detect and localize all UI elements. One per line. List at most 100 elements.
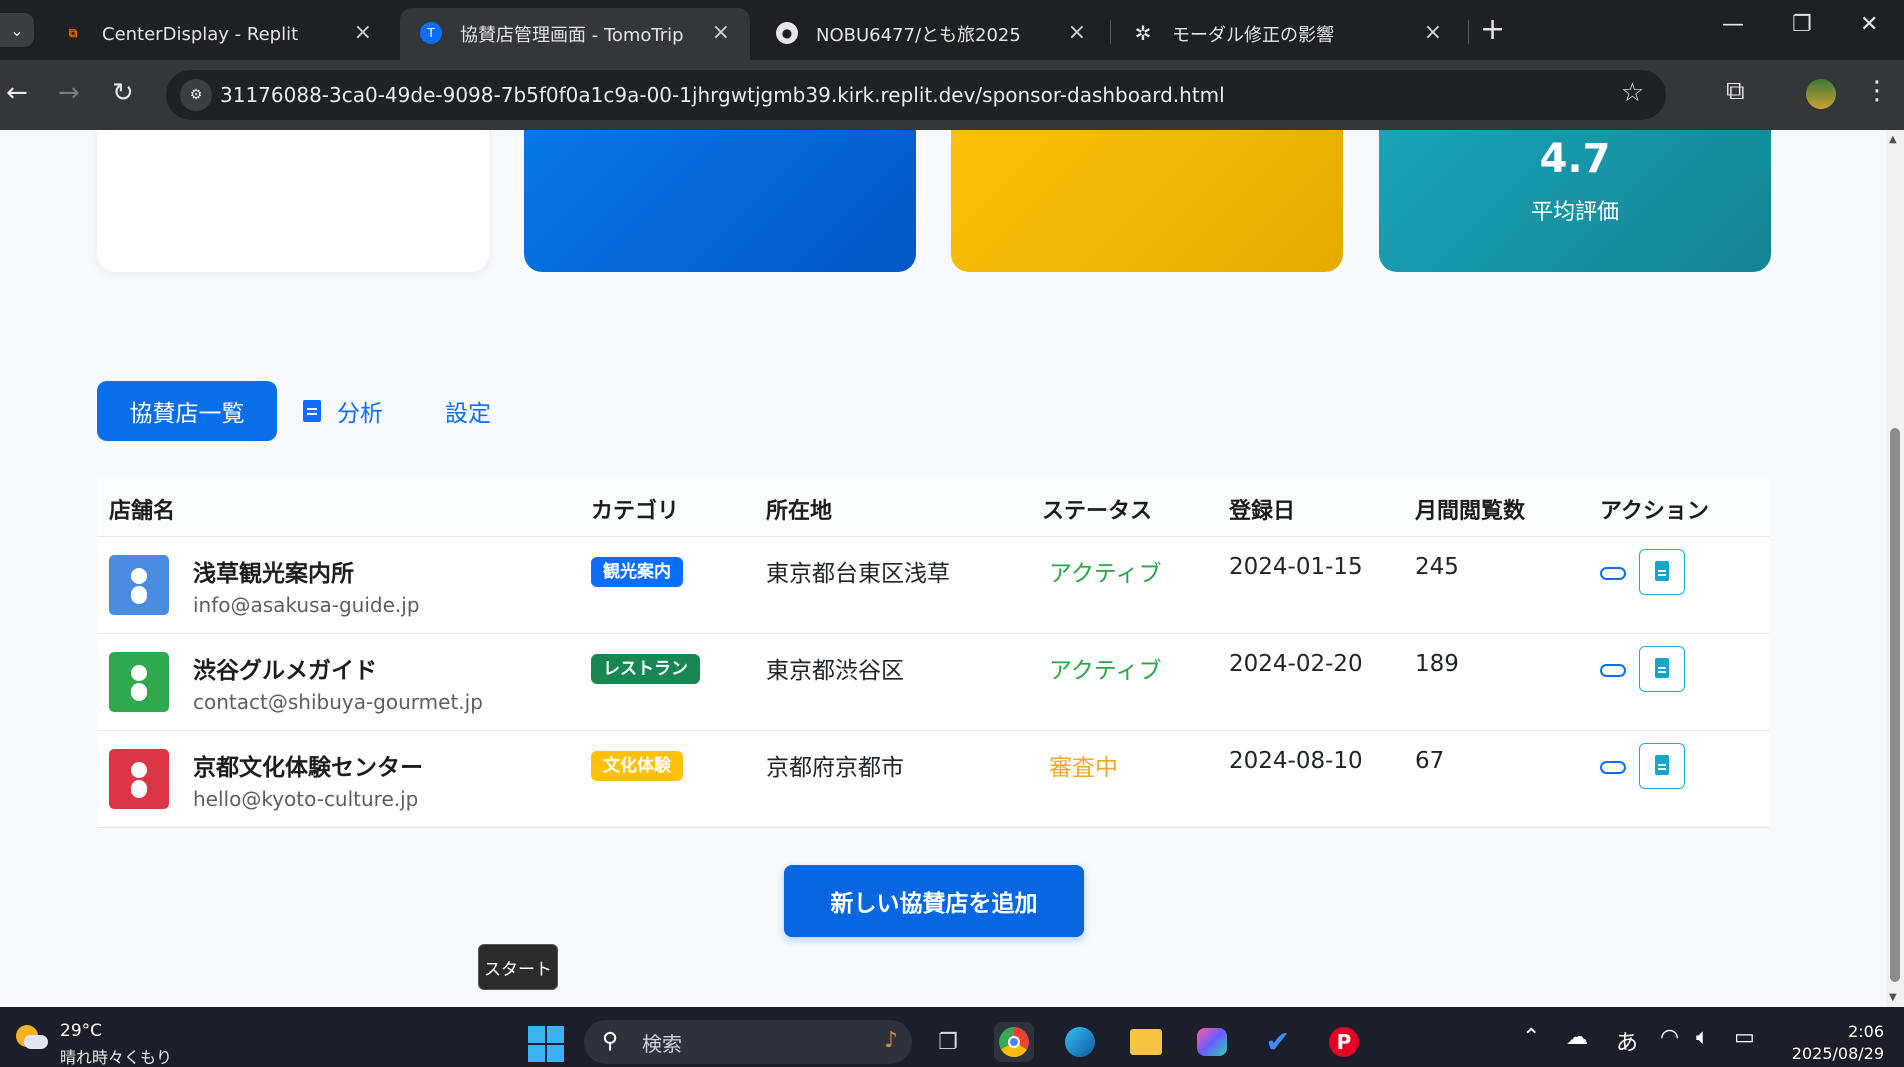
- tab-title: CenterDisplay - Replit: [102, 23, 299, 45]
- tab-search-dropdown-icon[interactable]: ⌄: [0, 13, 34, 47]
- file-explorer-icon[interactable]: [1126, 1022, 1166, 1062]
- status-text: アクティブ: [1049, 658, 1162, 684]
- document-icon: [303, 400, 321, 422]
- store-name: 浅草観光案内所: [193, 561, 354, 587]
- github-icon: ●: [776, 22, 798, 44]
- table-row: 浅草観光案内所 info@asakusa-guide.jp 観光案内 東京都台東…: [97, 537, 1770, 634]
- weather-icon[interactable]: [12, 1023, 50, 1053]
- wifi-icon[interactable]: ◠: [1660, 1025, 1679, 1050]
- new-tab-button[interactable]: +: [1480, 12, 1505, 47]
- registered-date: 2024-01-15: [1229, 554, 1363, 580]
- store-email: contact@shibuya-gourmet.jp: [193, 690, 483, 714]
- close-window-icon[interactable]: ✕: [1860, 12, 1878, 37]
- search-highlight-icon: ♪: [883, 1028, 898, 1053]
- browser-menu-icon[interactable]: ⋮: [1864, 76, 1890, 106]
- close-icon[interactable]: ×: [1424, 20, 1442, 45]
- monthly-views: 245: [1415, 554, 1459, 580]
- stat-card: [951, 130, 1343, 272]
- todo-icon[interactable]: ✔: [1258, 1022, 1298, 1062]
- tab-separator: [1110, 20, 1111, 44]
- header-views: 月間閲覧数: [1415, 499, 1526, 524]
- minimize-icon[interactable]: —: [1722, 12, 1744, 37]
- close-icon[interactable]: ×: [1068, 20, 1086, 45]
- browser-toolbar: ← → ↻ ⚙ 31176088-3ca0-49de-9098-7b5f0f0a…: [0, 60, 1904, 130]
- category-badge: レストラン: [591, 654, 700, 684]
- rating-value: 4.7: [1539, 136, 1611, 182]
- document-action-button[interactable]: [1639, 743, 1685, 789]
- edit-action-button[interactable]: [1600, 567, 1626, 580]
- store-email: hello@kyoto-culture.jp: [193, 787, 419, 811]
- close-icon[interactable]: ×: [354, 20, 372, 45]
- header-location: 所在地: [766, 499, 833, 524]
- store-email: info@asakusa-guide.jp: [193, 593, 420, 617]
- pinterest-icon[interactable]: P: [1324, 1022, 1364, 1062]
- onedrive-icon[interactable]: ☁: [1566, 1025, 1588, 1050]
- replit-icon: ⧉: [68, 25, 78, 40]
- tab-title: モーダル修正の影響: [1172, 25, 1334, 46]
- status-text: 審査中: [1049, 755, 1118, 781]
- tab-title: 協賛店管理画面 - TomoTrip: [460, 25, 684, 46]
- browser-tab-replit[interactable]: ⧉ CenterDisplay - Replit ×: [42, 8, 392, 60]
- header-name: 店舗名: [109, 499, 176, 524]
- category-badge: 観光案内: [591, 557, 683, 587]
- back-icon[interactable]: ←: [6, 78, 28, 108]
- tab-title: NOBU6477/とも旅2025: [816, 25, 1021, 46]
- restore-icon[interactable]: ❐: [1792, 12, 1812, 37]
- windows-start-icon[interactable]: [528, 1026, 564, 1062]
- close-icon[interactable]: ×: [712, 20, 730, 45]
- scroll-down-icon[interactable]: ▼: [1889, 992, 1897, 1003]
- tab-analytics-label: 分析: [337, 401, 383, 427]
- profile-avatar[interactable]: [1806, 79, 1836, 109]
- store-location: 京都府京都市: [766, 755, 904, 781]
- document-action-button[interactable]: [1639, 646, 1685, 692]
- browser-tab-tomotrip[interactable]: T 協賛店管理画面 - TomoTrip ×: [400, 8, 750, 60]
- ime-indicator[interactable]: あ: [1616, 1025, 1638, 1057]
- document-action-button[interactable]: [1639, 549, 1685, 595]
- edit-action-button[interactable]: [1600, 664, 1626, 677]
- monthly-views: 189: [1415, 651, 1459, 677]
- header-category: カテゴリ: [591, 499, 680, 524]
- stat-card: [97, 130, 489, 272]
- reload-icon[interactable]: ↻: [112, 78, 134, 108]
- category-badge: 文化体験: [591, 751, 683, 781]
- page-scrollbar[interactable]: ▲ ▼: [1886, 130, 1904, 1007]
- m365-icon[interactable]: [1192, 1022, 1232, 1062]
- chrome-icon[interactable]: [994, 1022, 1034, 1062]
- battery-icon[interactable]: ▭: [1734, 1025, 1755, 1050]
- taskbar-search-input[interactable]: ⚲ 検索 ♪: [584, 1020, 912, 1064]
- status-text: アクティブ: [1049, 561, 1162, 587]
- forward-icon[interactable]: →: [58, 78, 80, 108]
- edit-action-button[interactable]: [1600, 761, 1626, 774]
- address-bar[interactable]: ⚙ 31176088-3ca0-49de-9098-7b5f0f0a1c9a-0…: [166, 70, 1666, 120]
- store-name: 渋谷グルメガイド: [193, 658, 377, 684]
- registered-date: 2024-08-10: [1229, 748, 1363, 774]
- scroll-up-icon[interactable]: ▲: [1889, 134, 1897, 145]
- rating-label: 平均評価: [1530, 200, 1619, 225]
- browser-tab-chatgpt[interactable]: ✲ モーダル修正の影響 ×: [1112, 8, 1462, 60]
- taskbar-clock[interactable]: 2:06 2025/08/29: [1784, 1021, 1884, 1065]
- tab-sponsor-list[interactable]: 協賛店一覧: [97, 381, 277, 441]
- tab-analytics[interactable]: 分析: [303, 381, 383, 441]
- header-registered: 登録日: [1229, 499, 1296, 524]
- bookmark-star-icon[interactable]: ☆: [1621, 78, 1644, 108]
- store-icon: [109, 749, 169, 809]
- store-name: 京都文化体験センター: [193, 755, 423, 781]
- edge-icon[interactable]: [1060, 1022, 1100, 1062]
- tab-settings[interactable]: 設定: [445, 381, 491, 441]
- site-settings-icon[interactable]: ⚙: [180, 79, 212, 111]
- table-header: 店舗名 カテゴリ 所在地 ステータス 登録日 月間閲覧数 アクション: [97, 477, 1770, 537]
- tray-chevron-up-icon[interactable]: ⌃: [1522, 1025, 1540, 1050]
- scrollbar-thumb[interactable]: [1890, 428, 1900, 982]
- extensions-icon[interactable]: ⧉: [1726, 76, 1745, 107]
- search-placeholder: 検索: [642, 1031, 682, 1056]
- registered-date: 2024-02-20: [1229, 651, 1363, 677]
- header-status: ステータス: [1042, 499, 1153, 524]
- volume-icon[interactable]: 🔈︎: [1696, 1025, 1709, 1050]
- taskbar: 29°C 晴れ時々くもり ⚲ 検索 ♪ ❐ ✔ P ⌃ ☁ あ ◠ 🔈︎ ▭ 2…: [0, 1007, 1904, 1067]
- temperature: 29°C: [60, 1021, 103, 1041]
- task-view-icon[interactable]: ❐: [928, 1022, 968, 1062]
- clock-time: 2:06: [1848, 1022, 1884, 1041]
- browser-tab-github[interactable]: ● NOBU6477/とも旅2025 ×: [756, 8, 1106, 60]
- add-sponsor-button[interactable]: 新しい協賛店を追加: [784, 865, 1084, 937]
- header-actions: アクション: [1600, 499, 1709, 524]
